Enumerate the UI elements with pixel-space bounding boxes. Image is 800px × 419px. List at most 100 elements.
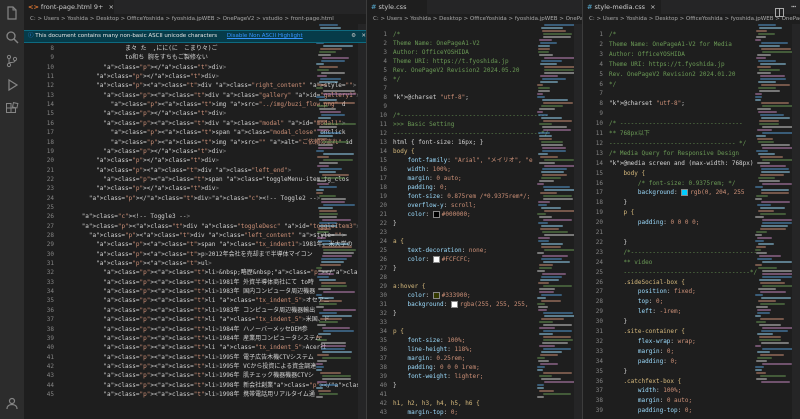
line-number: 20 (46, 157, 54, 165)
minimap-line (540, 354, 558, 356)
search-icon[interactable] (5, 30, 19, 44)
minimap-line (756, 246, 766, 248)
minimap-line (320, 48, 342, 50)
minimap-line (317, 276, 329, 278)
minimap-line (539, 180, 554, 182)
minimap-line (755, 294, 763, 296)
gear-icon[interactable]: ⚙ (351, 31, 356, 42)
editor1-minimap[interactable] (316, 24, 356, 419)
minimap-line (540, 42, 557, 44)
minimap-line (758, 141, 774, 143)
minimap-line (538, 48, 550, 50)
editor3-breadcrumb[interactable]: C: > Users > Yoshida > Desktop > OfficeY… (583, 14, 800, 24)
code-line: Theme Name: OnePageA1-V2 for Media (609, 40, 732, 48)
editor2-minimap[interactable] (537, 24, 577, 419)
minimap-line (544, 165, 577, 167)
minimap-line (760, 318, 784, 320)
code-line: */ (609, 80, 617, 88)
line-number: 16 (595, 179, 603, 187)
minimap-line (323, 330, 354, 332)
minimap-line (761, 225, 788, 227)
minimap-line (543, 129, 571, 131)
code-line: /*----------------------------------- (609, 248, 758, 256)
run-debug-icon[interactable] (5, 78, 19, 92)
tab-close-icon[interactable]: × (109, 3, 114, 11)
minimap-line (760, 303, 785, 305)
tab-close-icon[interactable]: × (650, 3, 655, 11)
minimap-line (322, 219, 351, 221)
line-number: 7 (599, 90, 603, 98)
line-number: 26 (595, 278, 603, 286)
code-line: margin: 0; (637, 347, 675, 355)
editor2-breadcrumb[interactable]: C: > Users > Yoshida > Desktop > OfficeY… (367, 14, 582, 24)
minimap-line (759, 279, 781, 281)
editor3-scrollbar[interactable] (792, 24, 800, 419)
editor2-scrollbar[interactable] (574, 24, 582, 419)
minimap-line (755, 366, 764, 368)
minimap-line (543, 285, 572, 287)
line-number: 2 (599, 40, 603, 48)
tab-style-css[interactable]: # style.css (367, 0, 427, 14)
minimap-line (542, 231, 568, 233)
minimap-line (319, 393, 338, 395)
minimap-line (320, 78, 341, 80)
line-number: 1 (599, 31, 603, 38)
line-number: 25 (46, 203, 54, 211)
minimap-line (762, 261, 792, 263)
editor1-scrollbar[interactable] (358, 24, 366, 419)
more-actions-icon[interactable]: ⋯ (791, 0, 796, 14)
editor1-breadcrumb[interactable]: C: > Users > Yoshida > Desktop > OfficeY… (24, 14, 366, 24)
code-line: /* ---------------------------------- (609, 120, 743, 128)
minimap-line (540, 81, 558, 83)
editor-pane-front-page: <> front-page.html 9+ × C: > Users > Yosh… (24, 0, 366, 419)
minimap-line (762, 159, 793, 161)
minimap-line (537, 96, 545, 98)
minimap-line (316, 396, 323, 398)
extensions-icon[interactable] (5, 102, 19, 116)
minimap-line (539, 267, 552, 269)
editor3-minimap[interactable] (755, 24, 795, 419)
minimap-line (538, 204, 547, 206)
minimap-line (539, 333, 553, 335)
source-control-icon[interactable] (5, 54, 19, 68)
minimap-line (757, 357, 772, 359)
minimap-line (761, 201, 790, 203)
minimap-line (537, 84, 543, 86)
minimap-line (321, 345, 346, 347)
split-editor-icon[interactable] (775, 2, 784, 17)
minimap-line (760, 114, 784, 116)
account-icon[interactable] (5, 396, 19, 410)
minimap-line (537, 93, 543, 95)
minimap-line (755, 264, 762, 266)
tab-style-media-css[interactable]: # style-media.css × (583, 0, 661, 14)
minimap-line (539, 375, 552, 377)
code-line: } (393, 310, 397, 317)
minimap-line (542, 273, 566, 275)
minimap-line (543, 372, 572, 374)
minimap-line (760, 78, 786, 80)
disable-highlight-link[interactable]: Disable Non ASCII Highlight (227, 33, 303, 39)
tab-front-page-html[interactable]: <> front-page.html 9+ × (24, 0, 114, 14)
code-line: ----------------------------------- */ (609, 139, 747, 147)
minimap-line (755, 369, 762, 371)
minimap-line (758, 177, 775, 179)
line-number: 37 (595, 387, 603, 395)
minimap-line (756, 372, 766, 374)
minimap-line (319, 312, 337, 314)
minimap-line (762, 348, 794, 350)
minimap-line (755, 99, 761, 101)
minimap-line (543, 312, 573, 314)
minimap-line (319, 51, 336, 53)
editor1-code-area[interactable]: 8 ま々 た ,にに(に こまり々)ご 9 to和ち 腕をすちもご製修ない 10 "… (24, 44, 366, 419)
line-number: 13 (595, 149, 603, 157)
code-line: "a">class="p"></"a">class="t">div> (103, 63, 227, 71)
line-number: 8 (599, 100, 603, 108)
minimap-line (757, 108, 771, 110)
minimap-line (323, 159, 353, 161)
code-line: } (609, 238, 628, 246)
minimap-line (543, 33, 572, 35)
line-number: 11 (595, 130, 603, 137)
minimap-line (543, 36, 571, 38)
minimap-line (539, 138, 552, 140)
files-icon[interactable] (5, 6, 19, 20)
